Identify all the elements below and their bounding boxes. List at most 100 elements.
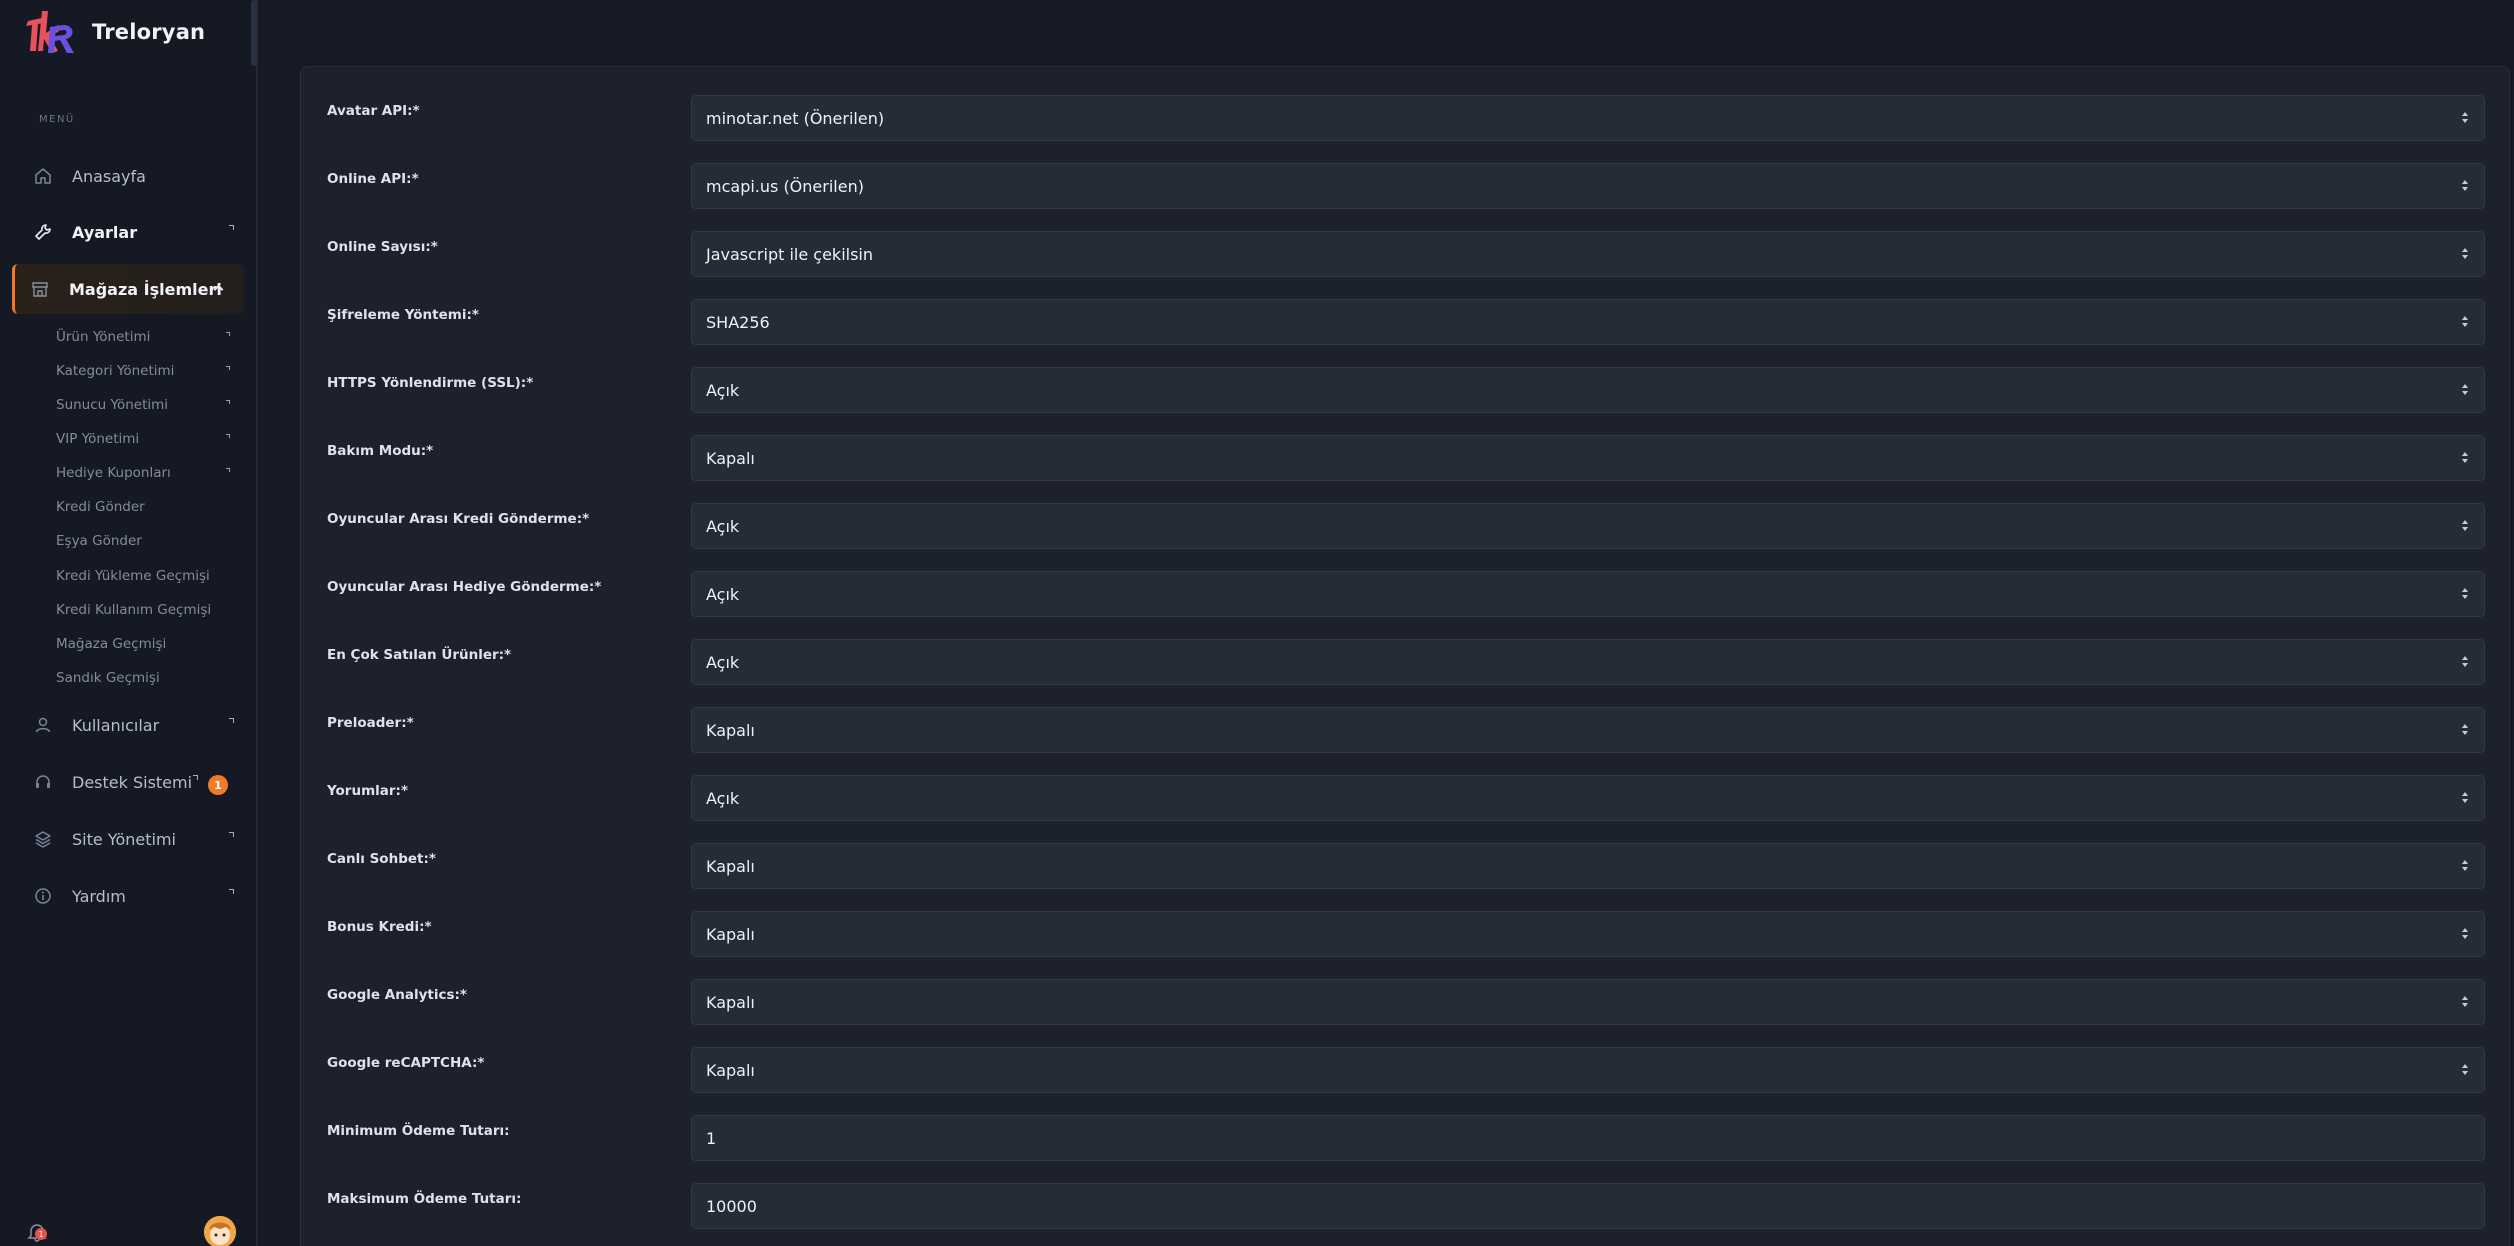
credit-transfer-select[interactable]: Açık xyxy=(691,503,2485,549)
google-analytics-select[interactable]: Kapalı xyxy=(691,979,2485,1025)
select-arrows-icon xyxy=(2462,587,2470,601)
select-arrows-icon xyxy=(2462,451,2470,465)
select-value: minotar.net (Önerilen) xyxy=(706,108,885,128)
bonus-credit-select[interactable]: Kapalı xyxy=(691,911,2485,957)
select-value: Kapalı xyxy=(706,992,755,1012)
select-arrows-icon xyxy=(2462,655,2470,669)
select-arrows-icon xyxy=(2462,315,2470,329)
field-label: Yorumlar:* xyxy=(327,783,408,799)
select-arrows-icon xyxy=(2462,859,2470,873)
sidebar-subitem-credit-use-history[interactable]: Kredi Kullanım Geçmişi xyxy=(56,596,242,624)
user-icon xyxy=(32,714,54,736)
sidebar-item-label: Destek Sistemi xyxy=(72,772,193,792)
avatar-api-select[interactable]: minotar.net (Önerilen) xyxy=(691,95,2485,141)
store-icon xyxy=(29,278,51,300)
recaptcha-select[interactable]: Kapalı xyxy=(691,1047,2485,1093)
avatar-face-icon xyxy=(204,1216,236,1246)
caret-icon xyxy=(226,366,230,370)
sidebar-subitem-credit-load-history[interactable]: Kredi Yükleme Geçmişi xyxy=(56,562,242,590)
field-label: Maksimum Ödeme Tutarı: xyxy=(327,1191,522,1207)
sidebar-subitem-label: Ürün Yönetimi xyxy=(56,329,151,345)
sidebar-subitem-vip[interactable]: VIP Yönetimi xyxy=(56,425,242,453)
avatar[interactable] xyxy=(204,1216,236,1246)
sidebar-item-help[interactable]: Yardım xyxy=(12,871,244,921)
select-value: Açık xyxy=(706,652,740,672)
sidebar-subitem-chest-history[interactable]: Sandık Geçmişi xyxy=(56,664,242,692)
info-icon xyxy=(32,885,54,907)
encryption-method-select[interactable]: SHA256 xyxy=(691,299,2485,345)
form-row-live-chat: Canlı Sohbet:* Kapalı xyxy=(301,843,2511,889)
sidebar-subitem-label: Hediye Kuponları xyxy=(56,465,171,481)
form-row-bonus-credit: Bonus Kredi:* Kapalı xyxy=(301,911,2511,957)
field-label: Şifreleme Yöntemi:* xyxy=(327,307,479,323)
gift-transfer-select[interactable]: Açık xyxy=(691,571,2485,617)
caret-icon xyxy=(229,225,234,230)
select-arrows-icon xyxy=(2462,247,2470,261)
best-sellers-select[interactable]: Açık xyxy=(691,639,2485,685)
comments-select[interactable]: Açık xyxy=(691,775,2485,821)
field-label: Google reCAPTCHA:* xyxy=(327,1055,485,1071)
preloader-select[interactable]: Kapalı xyxy=(691,707,2485,753)
sidebar-subitem-label: Mağaza Geçmişi xyxy=(56,636,167,652)
select-value: Kapalı xyxy=(706,1060,755,1080)
sidebar-item-settings[interactable]: Ayarlar xyxy=(12,207,244,257)
select-arrows-icon xyxy=(2462,927,2470,941)
min-payment-input[interactable]: 1 xyxy=(691,1115,2485,1161)
select-value: SHA256 xyxy=(706,312,770,332)
select-arrows-icon xyxy=(2462,111,2470,125)
online-api-select[interactable]: mcapi.us (Önerilen) xyxy=(691,163,2485,209)
sidebar-item-users[interactable]: Kullanıcılar xyxy=(12,700,244,750)
brand[interactable]: Treloryan xyxy=(24,6,205,58)
sidebar-subitem-products[interactable]: Ürün Yönetimi xyxy=(56,323,242,351)
select-value: Açık xyxy=(706,788,740,808)
caret-icon xyxy=(226,434,230,438)
select-arrows-icon xyxy=(2462,1063,2470,1077)
settings-panel: Avatar API:* minotar.net (Önerilen) Onli… xyxy=(300,66,2510,1246)
sidebar-subitem-coupons[interactable]: Hediye Kuponları xyxy=(56,459,242,487)
sidebar-subitem-label: Kredi Gönder xyxy=(56,499,145,515)
maintenance-mode-select[interactable]: Kapalı xyxy=(691,435,2485,481)
sidebar-subitem-label: Kategori Yönetimi xyxy=(56,363,175,379)
select-value: Kapalı xyxy=(706,856,755,876)
caret-icon xyxy=(226,400,230,404)
select-value: mcapi.us (Önerilen) xyxy=(706,176,864,196)
sidebar-item-label: Yardım xyxy=(72,886,126,906)
select-arrows-icon xyxy=(2462,723,2470,737)
sidebar-scrollbar[interactable] xyxy=(251,0,257,66)
live-chat-select[interactable]: Kapalı xyxy=(691,843,2485,889)
form-row-online-count: Online Sayısı:* Javascript ile çekilsin xyxy=(301,231,2511,277)
sidebar-item-store[interactable]: Mağaza İşlemleri xyxy=(12,264,244,314)
sidebar-subitem-send-item[interactable]: Eşya Gönder xyxy=(56,527,242,555)
sidebar-subitem-store-history[interactable]: Mağaza Geçmişi xyxy=(56,630,242,658)
sidebar-subitem-label: Kredi Yükleme Geçmişi xyxy=(56,568,210,584)
sidebar-subitem-send-credit[interactable]: Kredi Gönder xyxy=(56,493,242,521)
form-row-online-api: Online API:* mcapi.us (Önerilen) xyxy=(301,163,2511,209)
headset-icon xyxy=(32,771,54,793)
field-label: Google Analytics:* xyxy=(327,987,467,1003)
field-label: Oyuncular Arası Kredi Gönderme:* xyxy=(327,511,590,527)
sidebar-item-site[interactable]: Site Yönetimi xyxy=(12,814,244,864)
sidebar-subitem-label: VIP Yönetimi xyxy=(56,431,140,447)
sidebar-item-home[interactable]: Anasayfa xyxy=(12,151,244,201)
caret-icon xyxy=(193,775,198,780)
max-payment-input[interactable]: 10000 xyxy=(691,1183,2485,1229)
field-label: Avatar API:* xyxy=(327,103,420,119)
sidebar-item-label: Site Yönetimi xyxy=(72,829,176,849)
form-row-https: HTTPS Yönlendirme (SSL):* Açık xyxy=(301,367,2511,413)
sidebar-subitem-categories[interactable]: Kategori Yönetimi xyxy=(56,357,242,385)
field-label: Preloader:* xyxy=(327,715,414,731)
form-row-credit-transfer: Oyuncular Arası Kredi Gönderme:* Açık xyxy=(301,503,2511,549)
form-row-gift-transfer: Oyuncular Arası Hediye Gönderme:* Açık xyxy=(301,571,2511,617)
select-value: Açık xyxy=(706,584,740,604)
field-label: Online Sayısı:* xyxy=(327,239,438,255)
field-label: HTTPS Yönlendirme (SSL):* xyxy=(327,375,534,391)
https-redirect-select[interactable]: Açık xyxy=(691,367,2485,413)
field-label: Oyuncular Arası Hediye Gönderme:* xyxy=(327,579,602,595)
menu-section-label: MENÜ xyxy=(39,114,75,125)
caret-icon xyxy=(226,468,230,472)
online-count-select[interactable]: Javascript ile çekilsin xyxy=(691,231,2485,277)
form-row-preloader: Preloader:* Kapalı xyxy=(301,707,2511,753)
field-label: Minimum Ödeme Tutarı: xyxy=(327,1123,510,1139)
form-row-recaptcha: Google reCAPTCHA:* Kapalı xyxy=(301,1047,2511,1093)
sidebar-subitem-servers[interactable]: Sunucu Yönetimi xyxy=(56,391,242,419)
